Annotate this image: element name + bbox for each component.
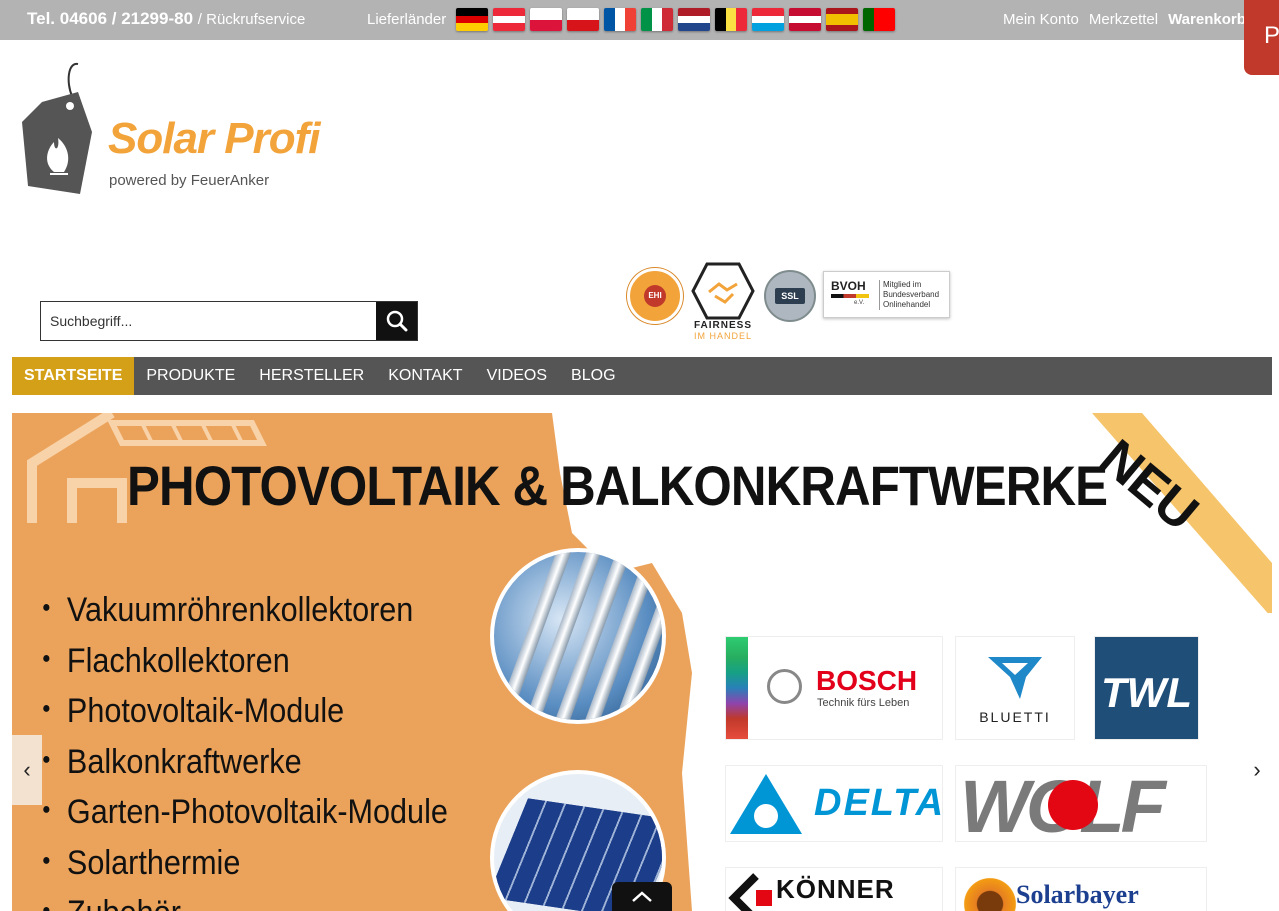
delivery-countries-label: Lieferländer — [367, 11, 447, 28]
list-item: Vakuumröhrenkollektoren — [42, 585, 448, 636]
search-icon — [386, 310, 407, 332]
list-item: Flachkollektoren — [42, 636, 448, 687]
chevron-left-icon: ‹ — [23, 757, 31, 782]
list-item: Photovoltaik-Module — [42, 686, 448, 737]
callback-service-link[interactable]: / Rückrufservice — [198, 11, 306, 28]
hero-slider[interactable]: NEU PHOTOVOLTAIK & BALKONKRAFTWERKE Vaku… — [12, 413, 1272, 911]
nav-item-hersteller[interactable]: HERSTELLER — [247, 357, 376, 395]
bvoh-member-text: Mitglied im Bundesverband Onlinehandel — [879, 280, 947, 310]
price-tag-flame-icon — [22, 62, 92, 194]
poland-flag[interactable] — [530, 8, 562, 31]
koenner-name: KÖNNER — [776, 874, 895, 904]
slider-prev-button[interactable]: ‹ — [12, 735, 42, 805]
twl-name: TWL — [1101, 669, 1192, 716]
belgium-flag[interactable] — [715, 8, 747, 31]
ssl-label: SSL — [775, 288, 805, 304]
italy-flag[interactable] — [641, 8, 673, 31]
list-item: Zubehör — [42, 888, 448, 911]
banner-headline: PHOTOVOLTAIK & BALKONKRAFTWERKE — [127, 454, 1108, 517]
phone-number[interactable]: Tel. 04606 / 21299-80 — [27, 9, 193, 28]
bosch-name: BOSCH — [816, 665, 918, 696]
wolf-logo: WOLF — [956, 765, 1206, 848]
ehi-badge[interactable]: EHI — [627, 268, 683, 324]
my-account-link[interactable]: Mein Konto — [1003, 11, 1079, 28]
nav-item-blog[interactable]: BLOG — [559, 357, 627, 395]
list-item: Garten-Photovoltaik-Module — [42, 787, 448, 838]
search-button[interactable] — [376, 302, 417, 340]
fairness-sublabel: IM HANDEL — [693, 331, 752, 341]
site-logo[interactable]: Solar Profi powered by FeuerAnker — [20, 62, 380, 202]
delta-triangle-icon — [730, 774, 802, 834]
bosch-logo: BOSCH Technik fürs Leben — [726, 637, 942, 739]
ssl-badge[interactable]: SSL — [764, 270, 816, 322]
fairness-label: FAIRNESS — [693, 320, 752, 331]
koenner-mark-icon — [728, 873, 772, 911]
handshake-icon — [691, 262, 755, 320]
brand-name: Solar Profi — [108, 114, 320, 163]
delta-name: DELTA — [814, 782, 946, 824]
chevron-right-icon: › — [1253, 757, 1261, 782]
france-flag[interactable] — [604, 8, 636, 31]
denmark-flag[interactable] — [789, 8, 821, 31]
bluetti-logo: BLUETTI — [956, 637, 1074, 739]
wishlist-link[interactable]: Merkzettel — [1089, 11, 1158, 28]
cart-link[interactable]: Warenkorb — [1168, 11, 1246, 28]
bluetti-mark-icon — [988, 657, 1042, 699]
bvoh-badge[interactable]: BVOH e.V. Mitglied im Bundesverband Onli… — [823, 271, 950, 318]
scroll-to-top-button[interactable] — [612, 882, 672, 911]
search-form — [40, 301, 418, 341]
germany-flag[interactable] — [456, 8, 488, 31]
nav-item-produkte[interactable]: PRODUKTE — [134, 357, 247, 395]
chevron-up-icon — [632, 890, 652, 902]
bvoh-sublabel: e.V. — [854, 300, 865, 306]
czech-flag[interactable] — [567, 8, 599, 31]
koenner-soehnen-logo: KÖNNER — [726, 868, 942, 911]
product-category-list: Vakuumröhrenkollektoren Flachkollektoren… — [42, 585, 493, 911]
list-item: Balkonkraftwerke — [42, 737, 448, 788]
luxembourg-flag[interactable] — [752, 8, 784, 31]
brand-tagline: powered by FeuerAnker — [109, 172, 270, 189]
main-navigation: STARTSEITE PRODUKTE HERSTELLER KONTAKT V… — [12, 357, 1272, 395]
vacuum-tube-collector-image — [490, 548, 666, 724]
nav-item-kontakt[interactable]: KONTAKT — [376, 357, 474, 395]
fairness-badge[interactable]: FAIRNESS IM HANDEL — [691, 262, 755, 342]
delivery-country-flags — [456, 8, 895, 31]
trust-badges: EHI FAIRNESS IM HANDEL SSL BVOH e.V. Mit… — [627, 262, 957, 342]
bluetti-name: BLUETTI — [979, 709, 1051, 725]
phone-info[interactable]: Tel. 04606 / 21299-80 / Rückrufservice — [27, 9, 305, 29]
search-input[interactable] — [41, 302, 376, 340]
top-links: Mein Konto Merkzettel Warenkorb — [1003, 11, 1246, 28]
nav-item-startseite[interactable]: STARTSEITE — [12, 357, 135, 395]
side-tab[interactable]: P — [1244, 0, 1279, 75]
ehi-label: EHI — [644, 285, 666, 307]
list-item: Solarthermie — [42, 838, 448, 889]
austria-flag[interactable] — [493, 8, 525, 31]
top-bar: Tel. 04606 / 21299-80 / Rückrufservice L… — [0, 0, 1279, 40]
solarbayer-logo: Solarbayer — [956, 868, 1206, 911]
solarbayer-name: Solarbayer — [1016, 880, 1139, 909]
netherlands-flag[interactable] — [678, 8, 710, 31]
slider-next-button[interactable]: › — [1242, 735, 1272, 805]
nav-item-videos[interactable]: VIDEOS — [475, 357, 559, 395]
spain-flag[interactable] — [826, 8, 858, 31]
bvoh-label: BVOH — [831, 279, 866, 293]
portugal-flag[interactable] — [863, 8, 895, 31]
bosch-tagline: Technik fürs Leben — [817, 697, 910, 709]
german-stripe — [831, 294, 869, 298]
side-tab-label: P — [1264, 22, 1279, 49]
twl-logo: TWL — [1095, 637, 1198, 739]
delta-logo: DELTA — [726, 766, 946, 841]
